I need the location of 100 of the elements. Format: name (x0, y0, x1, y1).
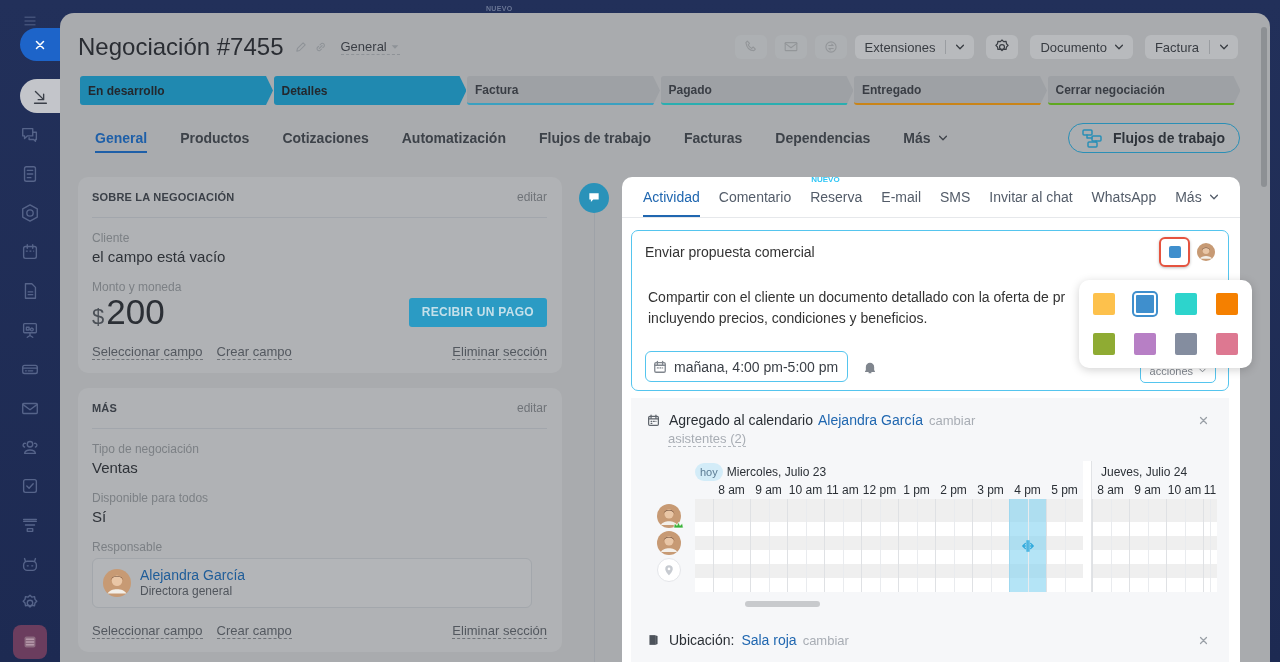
section-title: SOBRE LA NEGOCIACIÓN (92, 191, 235, 203)
avatar (1197, 243, 1215, 261)
menu-icon[interactable] (21, 14, 39, 28)
door-icon (647, 633, 660, 647)
tab[interactable]: Invitar al chat (989, 189, 1073, 217)
new-label: NUEVO (811, 175, 840, 184)
tab[interactable]: SMS (940, 189, 971, 217)
pencil-icon[interactable] (293, 40, 308, 54)
edit-link[interactable]: editar (516, 190, 547, 204)
color-swatch[interactable] (1134, 293, 1156, 315)
tab[interactable]: Comentario (718, 189, 792, 217)
field-link[interactable]: Seleccionar campo (92, 344, 203, 360)
workflow-icon (1081, 127, 1103, 149)
activity-title: Enviar propuesta comercial (645, 244, 816, 260)
hour-label: 10 am (787, 483, 824, 499)
day-label: Miercoles, Julio 23 (726, 465, 827, 479)
color-swatch[interactable] (1093, 333, 1115, 355)
calendar-icon (653, 359, 667, 374)
scrollbar[interactable] (1261, 27, 1267, 187)
tab[interactable]: Actividad (643, 189, 700, 217)
today-badge: hoy (695, 463, 723, 481)
close-button[interactable] (20, 28, 60, 61)
color-swatch[interactable] (1216, 293, 1238, 315)
stage-step[interactable]: Factura (467, 76, 660, 105)
avatar (103, 569, 131, 597)
field-link[interactable]: Crear campo (216, 344, 292, 360)
hour-label: 8 am (1096, 483, 1125, 499)
tab[interactable]: Dependencias (775, 123, 871, 153)
color-swatch[interactable] (1134, 333, 1156, 355)
stage-step[interactable]: Pagado (660, 76, 853, 105)
color-button[interactable] (1159, 237, 1190, 267)
checkbox-icon (20, 476, 40, 496)
scrollbar[interactable] (745, 601, 820, 607)
tab[interactable]: Automatización (401, 123, 506, 153)
section-title: MÁS (92, 402, 118, 414)
tab[interactable]: Más (903, 123, 949, 153)
stage-step[interactable]: En desarrollo (80, 76, 273, 105)
calendar-icon (647, 413, 660, 427)
stage-step[interactable]: Detalles (273, 76, 466, 105)
person-card[interactable]: Alejandra García Directora general (92, 558, 532, 608)
tab[interactable]: E-mail (881, 189, 921, 217)
color-swatch[interactable] (1175, 293, 1197, 315)
tab[interactable]: General (95, 123, 148, 153)
crown-icon (673, 521, 684, 530)
edit-link[interactable]: editar (516, 401, 547, 415)
tab[interactable]: Productos (180, 123, 250, 153)
chat-icon (20, 125, 40, 145)
dropdown-button[interactable]: Factura (1144, 35, 1238, 59)
person-link[interactable]: Alejandra García (818, 412, 924, 428)
color-swatch[interactable] (1093, 293, 1115, 315)
tab[interactable]: Más (1175, 189, 1220, 217)
sidebar-item[interactable] (13, 625, 47, 659)
date-button[interactable]: mañana, 4:00 pm-5:00 pm (645, 351, 849, 382)
hour-label: 11 (1203, 483, 1217, 499)
tab[interactable]: Cotizaciones (282, 123, 369, 153)
field-value: Ventas (92, 458, 139, 478)
hour-label: 8 am (717, 483, 746, 499)
hour-label: 9 am (754, 483, 783, 499)
location-link[interactable]: Sala roja (741, 632, 797, 648)
person-role: Directora general (140, 584, 234, 599)
dropdown-button[interactable]: Extensiones (854, 35, 975, 59)
location-pin-icon (657, 558, 681, 582)
stage-step[interactable]: Entregado (854, 76, 1047, 105)
time-selection[interactable] (1009, 499, 1046, 592)
hour-label: 11 am (825, 483, 860, 499)
location-label: Ubicación: (669, 632, 735, 648)
phone-button[interactable] (734, 35, 767, 59)
sidebar-item[interactable] (20, 79, 60, 113)
presentation-icon (20, 320, 40, 340)
field-link[interactable]: Seleccionar campo (92, 623, 203, 639)
receive-payment-button[interactable]: RECIBIR UN PAGO (408, 297, 547, 327)
dropdown-button[interactable]: Documento (1030, 35, 1133, 59)
hour-label: 5 pm (1050, 483, 1079, 499)
delete-section-link[interactable]: Eliminar sección (452, 623, 547, 639)
workflow-button[interactable]: Flujos de trabajo (1068, 123, 1240, 153)
stage-step[interactable]: Cerrar negociación (1047, 76, 1240, 105)
tab[interactable]: Flujos de trabajo (538, 123, 651, 153)
activity-description: Compartir con el cliente un documento detallado con la oferta de pr incluyendo precios, condiciones y beneficios. (647, 288, 1066, 328)
chat-icon (822, 39, 839, 55)
hour-label: 12 pm (861, 483, 898, 499)
color-swatch[interactable] (1216, 333, 1238, 355)
person-name[interactable]: Alejandra García (140, 567, 246, 584)
mail-button[interactable] (774, 35, 807, 59)
hour-label: 9 am (1133, 483, 1162, 499)
tab[interactable]: Facturas (684, 123, 743, 153)
category-dropdown[interactable]: General (340, 39, 400, 55)
currency-symbol: $ (92, 303, 105, 330)
field-value: Sí (92, 507, 108, 527)
tab[interactable]: WhatsApp (1091, 189, 1157, 217)
calendar-icon (20, 242, 40, 262)
field-link[interactable]: Crear campo (216, 623, 292, 639)
delete-section-link[interactable]: Eliminar sección (452, 344, 547, 360)
resize-handle-icon[interactable] (1020, 538, 1036, 553)
deal-title: Negociación #7455 (78, 32, 284, 62)
chat-button[interactable] (814, 35, 847, 59)
settings-button[interactable] (986, 35, 1019, 59)
amount-value: 200 (106, 294, 165, 329)
hour-label: 4 pm (1013, 483, 1042, 499)
hour-label: 3 pm (976, 483, 1005, 499)
color-swatch[interactable] (1175, 333, 1197, 355)
